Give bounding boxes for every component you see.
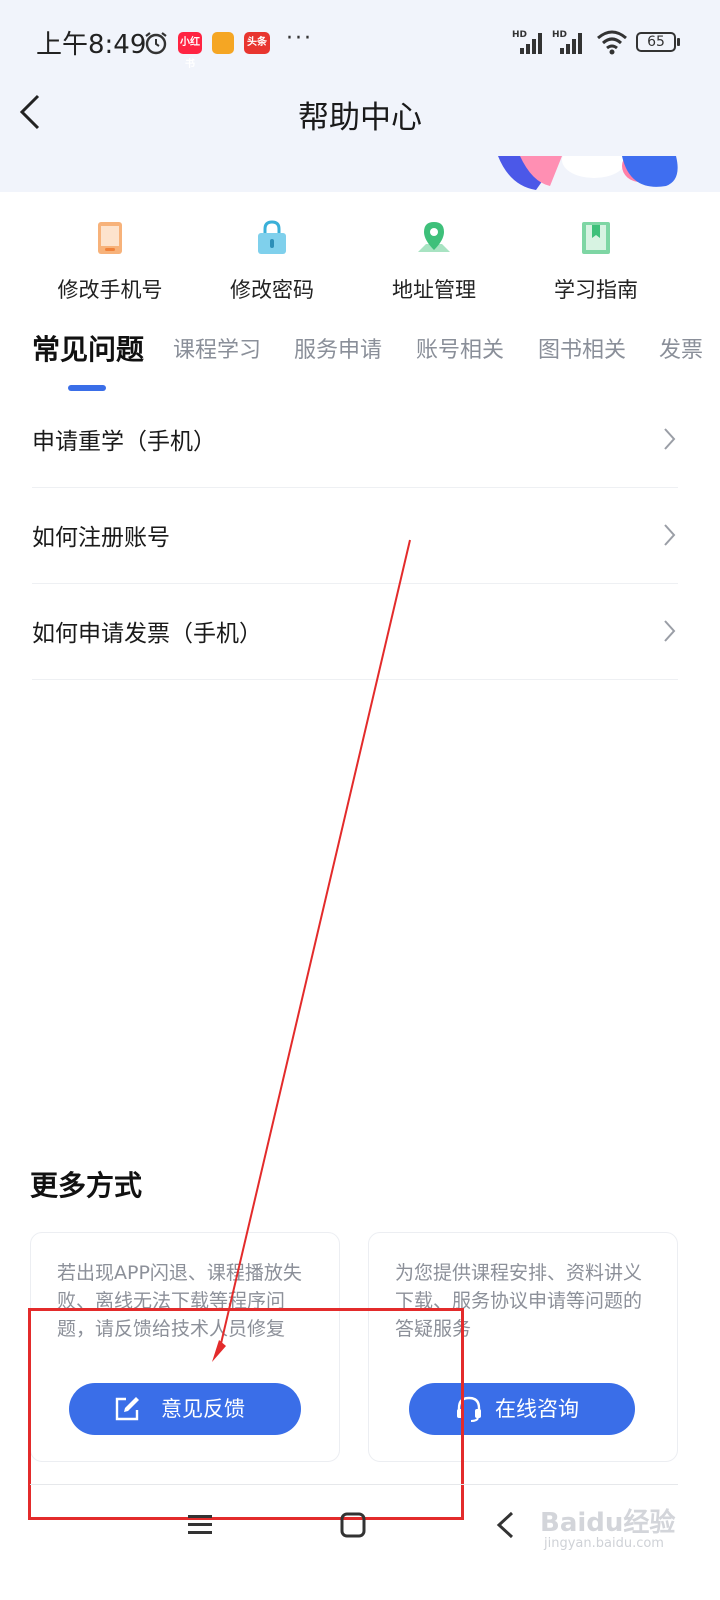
tab-books[interactable]: 图书相关 xyxy=(538,332,626,364)
quick-link-study-guide[interactable]: 学习指南 xyxy=(516,210,676,304)
more-ways-title: 更多方式 xyxy=(30,1169,143,1202)
faq-title: 如何申请发票（手机） xyxy=(32,621,262,647)
svg-text:HD: HD xyxy=(512,30,527,40)
bookmark-icon xyxy=(582,222,610,254)
bottom-divider xyxy=(30,1484,678,1485)
header-illustration xyxy=(498,156,678,190)
quick-link-label: 地址管理 xyxy=(392,278,476,302)
online-consult-button-label: 在线咨询 xyxy=(495,1397,579,1421)
faq-item[interactable]: 申请重学（手机） xyxy=(32,392,678,488)
location-icon xyxy=(418,222,450,252)
more-notifications-icon: ··· xyxy=(286,26,313,51)
active-tab-indicator xyxy=(68,385,106,391)
battery-icon: 65 xyxy=(636,32,676,52)
toutiao-app-icon: 头条 xyxy=(244,32,270,54)
tab-course-study[interactable]: 课程学习 xyxy=(173,332,261,364)
quick-link-label: 修改密码 xyxy=(230,278,314,302)
chevron-right-icon xyxy=(664,428,676,450)
tab-account[interactable]: 账号相关 xyxy=(416,332,504,364)
chevron-right-icon xyxy=(664,620,676,642)
faq-list: 申请重学（手机） 如何注册账号 如何申请发票（手机） xyxy=(32,392,678,680)
page-title: 帮助中心 xyxy=(298,100,422,136)
home-icon[interactable] xyxy=(340,1512,366,1538)
tab-invoice[interactable]: 发票 xyxy=(659,332,703,364)
faq-title: 如何注册账号 xyxy=(32,525,170,551)
battery-tip xyxy=(677,38,680,46)
quick-link-address[interactable]: 地址管理 xyxy=(354,210,514,304)
watermark: Baidu经验 jingyan.baidu.com xyxy=(540,1500,690,1560)
quick-link-change-phone[interactable]: 修改手机号 xyxy=(30,210,190,304)
phone-icon xyxy=(98,222,122,254)
annotation-box xyxy=(28,1308,464,1520)
wifi-icon xyxy=(597,30,627,55)
svg-text:HD: HD xyxy=(552,30,567,40)
quick-links: 修改手机号 修改密码 地址管理 学习指南 xyxy=(0,210,720,310)
alarm-icon xyxy=(145,32,167,55)
status-time: 上午8:49 xyxy=(36,30,147,60)
signal-icon-2: HD xyxy=(552,30,582,54)
status-bar: 上午8:49 小红书 头条 ··· HD HD 65 xyxy=(0,0,720,84)
faq-item[interactable]: 如何注册账号 xyxy=(32,488,678,584)
lock-icon xyxy=(258,220,286,254)
quick-link-change-password[interactable]: 修改密码 xyxy=(192,210,352,304)
faq-item[interactable]: 如何申请发票（手机） xyxy=(32,584,678,680)
recent-apps-icon[interactable] xyxy=(186,1512,214,1538)
xiaohongshu-app-icon: 小红书 xyxy=(178,32,202,70)
quick-link-label: 修改手机号 xyxy=(57,278,163,302)
chevron-right-icon xyxy=(664,524,676,546)
signal-icon: HD xyxy=(512,30,542,54)
notes-app-icon xyxy=(212,32,234,54)
tab-faq[interactable]: 常见问题 xyxy=(32,328,144,368)
faq-title: 申请重学（手机） xyxy=(32,429,216,455)
quick-link-label: 学习指南 xyxy=(554,278,638,302)
system-back-icon[interactable] xyxy=(494,1510,518,1540)
tab-service-apply[interactable]: 服务申请 xyxy=(294,332,382,364)
category-tabs: 常见问题 课程学习 服务申请 账号相关 图书相关 发票 xyxy=(0,326,720,398)
watermark-url: jingyan.baidu.com xyxy=(544,1536,664,1551)
watermark-logo: Baidu经验 xyxy=(540,1508,676,1538)
